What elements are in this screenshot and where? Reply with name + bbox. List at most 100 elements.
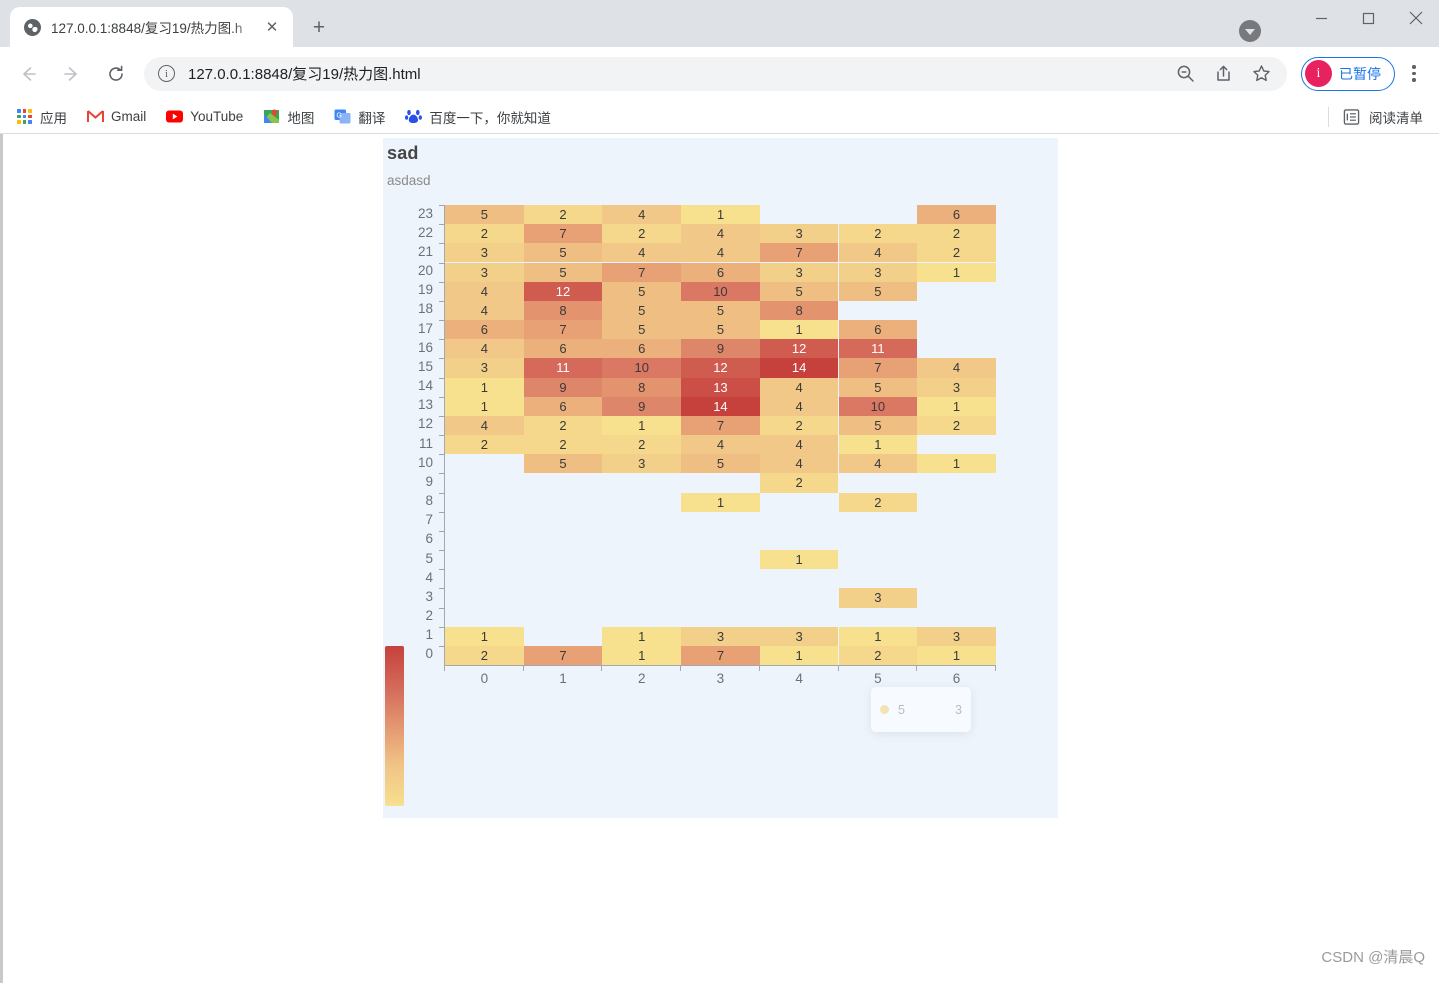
heatmap-cell[interactable]: 8 xyxy=(759,300,839,320)
heatmap-cell[interactable]: 5 xyxy=(838,377,918,397)
heatmap-cell[interactable]: 2 xyxy=(917,243,996,263)
heatmap-cell[interactable]: 4 xyxy=(759,435,839,455)
heatmap-cell[interactable]: 2 xyxy=(759,415,839,436)
heatmap-cell[interactable]: 11 xyxy=(838,339,918,359)
heatmap-cell[interactable]: 2 xyxy=(602,224,682,244)
heatmap-cell[interactable]: 1 xyxy=(917,454,996,474)
heatmap-cell[interactable]: 5 xyxy=(523,262,603,282)
heatmap-cell[interactable]: 1 xyxy=(838,435,918,455)
heatmap-cell[interactable]: 10 xyxy=(681,281,760,301)
heatmap-cell[interactable]: 6 xyxy=(838,320,918,340)
heatmap-cell[interactable]: 4 xyxy=(681,243,760,263)
new-tab-button[interactable]: + xyxy=(304,13,334,43)
heatmap-cell[interactable]: 1 xyxy=(602,415,682,436)
close-icon[interactable] xyxy=(1392,0,1439,36)
heatmap-cell[interactable]: 4 xyxy=(602,243,682,263)
heatmap-cell[interactable]: 2 xyxy=(523,435,603,455)
heatmap-cell[interactable]: 3 xyxy=(759,224,839,244)
heatmap-cell[interactable]: 6 xyxy=(602,339,682,359)
heatmap-cell[interactable]: 2 xyxy=(917,224,996,244)
heatmap-cell[interactable]: 12 xyxy=(759,339,839,359)
heatmap-cell[interactable]: 4 xyxy=(838,243,918,263)
heatmap-cell[interactable]: 4 xyxy=(445,415,524,436)
heatmap-cell[interactable]: 4 xyxy=(602,205,682,225)
heatmap-cell[interactable]: 5 xyxy=(523,243,603,263)
heatmap-cell[interactable]: 3 xyxy=(838,262,918,282)
heatmap-cell[interactable]: 6 xyxy=(523,339,603,359)
minimize-icon[interactable] xyxy=(1298,0,1345,36)
heatmap-cell[interactable]: 4 xyxy=(681,435,760,455)
heatmap-cell[interactable]: 1 xyxy=(759,320,839,340)
heatmap-cell[interactable]: 1 xyxy=(681,205,760,225)
heatmap-cell[interactable]: 1 xyxy=(445,377,524,397)
heatmap-cell[interactable]: 3 xyxy=(445,262,524,282)
heatmap-cell[interactable]: 4 xyxy=(838,454,918,474)
close-icon[interactable]: ✕ xyxy=(261,16,283,38)
heatmap-cell[interactable]: 2 xyxy=(917,415,996,436)
heatmap-cell[interactable]: 6 xyxy=(523,396,603,416)
heatmap-cell[interactable]: 6 xyxy=(917,205,996,225)
heatmap-cell[interactable]: 2 xyxy=(445,224,524,244)
heatmap-cell[interactable]: 2 xyxy=(838,645,918,666)
heatmap-cell[interactable]: 2 xyxy=(523,205,603,225)
heatmap-cell[interactable]: 2 xyxy=(759,473,839,493)
bookmark-baidu[interactable]: 百度一下，你就知道 xyxy=(405,107,551,127)
heatmap-cell[interactable]: 5 xyxy=(602,320,682,340)
heatmap-cell[interactable]: 3 xyxy=(759,626,839,646)
reading-list-button[interactable]: 阅读清单 xyxy=(1328,106,1423,127)
site-info-icon[interactable]: i xyxy=(158,65,175,82)
heatmap-cell[interactable]: 5 xyxy=(445,205,524,225)
bookmark-youtube[interactable]: YouTube xyxy=(166,108,243,125)
heatmap-cell[interactable]: 5 xyxy=(681,320,760,340)
heatmap-cell[interactable]: 7 xyxy=(759,243,839,263)
heatmap-cell[interactable]: 9 xyxy=(681,339,760,359)
heatmap-cell[interactable]: 3 xyxy=(759,262,839,282)
heatmap-cell[interactable]: 3 xyxy=(917,377,996,397)
heatmap-cell[interactable]: 5 xyxy=(759,281,839,301)
heatmap-cell[interactable]: 1 xyxy=(445,626,524,646)
heatmap-cell[interactable]: 1 xyxy=(917,262,996,282)
heatmap-cell[interactable]: 4 xyxy=(445,339,524,359)
reload-button[interactable] xyxy=(100,58,132,90)
heatmap-cell[interactable]: 2 xyxy=(445,645,524,666)
heatmap-cell[interactable]: 14 xyxy=(681,396,760,416)
heatmap-cell[interactable]: 9 xyxy=(602,396,682,416)
heatmap-cell[interactable]: 5 xyxy=(681,300,760,320)
heatmap-cell[interactable]: 1 xyxy=(602,626,682,646)
heatmap-cell[interactable]: 7 xyxy=(838,358,918,378)
heatmap-cell[interactable]: 8 xyxy=(602,377,682,397)
heatmap-cell[interactable]: 12 xyxy=(523,281,603,301)
heatmap-cell[interactable]: 1 xyxy=(445,396,524,416)
heatmap-cell[interactable]: 4 xyxy=(759,377,839,397)
maximize-icon[interactable] xyxy=(1345,0,1392,36)
heatmap-cell[interactable]: 3 xyxy=(602,454,682,474)
heatmap-cell[interactable]: 3 xyxy=(445,243,524,263)
heatmap-cell[interactable]: 6 xyxy=(445,320,524,340)
zoom-out-icon[interactable] xyxy=(1173,62,1197,86)
heatmap-cell[interactable]: 5 xyxy=(523,454,603,474)
kebab-menu-icon[interactable] xyxy=(1401,59,1427,89)
heatmap-cell[interactable]: 7 xyxy=(681,645,760,666)
heatmap-cell[interactable]: 1 xyxy=(917,396,996,416)
heatmap-cell[interactable]: 2 xyxy=(838,224,918,244)
browser-tab[interactable]: 127.0.0.1:8848/复习19/热力图.h ✕ xyxy=(10,7,293,47)
heatmap-cell[interactable]: 11 xyxy=(523,358,603,378)
heatmap-cell[interactable]: 4 xyxy=(759,454,839,474)
heatmap-cell[interactable]: 7 xyxy=(523,224,603,244)
heatmap-cell[interactable]: 13 xyxy=(681,377,760,397)
address-bar[interactable]: i 127.0.0.1:8848/复习19/热力图.html xyxy=(144,56,1287,91)
heatmap-cell[interactable]: 5 xyxy=(602,300,682,320)
heatmap-cell[interactable]: 7 xyxy=(681,415,760,436)
bookmark-apps[interactable]: 应用 xyxy=(16,107,67,127)
bookmark-gmail[interactable]: Gmail xyxy=(87,108,146,125)
heatmap-cell[interactable]: 8 xyxy=(523,300,603,320)
heatmap-cell[interactable]: 3 xyxy=(445,358,524,378)
share-icon[interactable] xyxy=(1211,62,1235,86)
heatmap-cell[interactable]: 3 xyxy=(681,626,760,646)
heatmap-cell[interactable]: 1 xyxy=(917,645,996,666)
heatmap-cell[interactable]: 12 xyxy=(681,358,760,378)
heatmap-cell[interactable]: 1 xyxy=(759,645,839,666)
heatmap-cell[interactable]: 6 xyxy=(681,262,760,282)
heatmap-cell[interactable]: 3 xyxy=(838,588,918,608)
heatmap-cell[interactable]: 5 xyxy=(838,281,918,301)
